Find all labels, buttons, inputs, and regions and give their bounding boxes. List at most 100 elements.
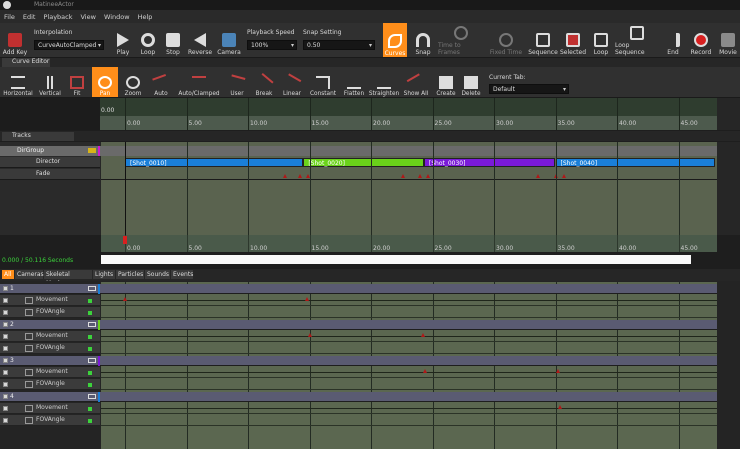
fade-keyframe[interactable] xyxy=(282,174,287,178)
pan-button[interactable]: Pan xyxy=(92,67,118,97)
playhead-marker[interactable] xyxy=(123,236,127,244)
track-enabled-indicator[interactable] xyxy=(88,299,92,303)
fade-track-row[interactable]: Fade xyxy=(0,169,100,180)
group-header[interactable] xyxy=(0,320,717,330)
playback-speed-dropdown[interactable]: 100% xyxy=(247,40,297,50)
straighten-button[interactable]: Straighten xyxy=(369,68,399,97)
fit-button[interactable]: Fit xyxy=(66,68,88,97)
horizontal-button[interactable]: Horizontal xyxy=(2,68,34,97)
camera-button[interactable]: Camera xyxy=(216,24,242,56)
movement-keyframe[interactable] xyxy=(307,333,312,337)
time-to-frames-button[interactable]: Time to Frames xyxy=(438,24,484,56)
track-enabled-indicator[interactable] xyxy=(88,371,92,375)
break-tangent-button[interactable]: Break xyxy=(252,68,276,97)
dir-group-label[interactable]: DirGroup xyxy=(17,147,44,154)
create-button[interactable]: Create xyxy=(435,68,457,97)
director-track-row[interactable]: Director xyxy=(0,157,100,168)
folder-icon[interactable] xyxy=(88,286,96,291)
zoom-button[interactable]: Zoom xyxy=(120,68,146,97)
reverse-button[interactable]: Reverse xyxy=(186,24,214,56)
interpolation-dropdown[interactable]: CurveAutoClamped xyxy=(34,40,104,50)
constant-button[interactable]: Constant xyxy=(308,68,338,97)
shot-bar[interactable]: [Shot_0020] xyxy=(303,158,424,167)
menu-edit[interactable]: Edit xyxy=(23,13,36,21)
curve-editor-tab[interactable]: Curve Editor xyxy=(2,58,50,67)
menu-help[interactable]: Help xyxy=(138,13,153,21)
group-visibility-checkbox[interactable] xyxy=(3,286,8,291)
track-enabled-indicator[interactable] xyxy=(88,407,92,411)
shot-bar[interactable]: [Shot_0010] xyxy=(125,158,304,167)
delete-button[interactable]: Delete xyxy=(460,68,482,97)
record-button[interactable]: Record xyxy=(688,24,714,56)
folder-icon[interactable] xyxy=(88,358,96,363)
movie-button[interactable]: Movie xyxy=(716,24,740,56)
fade-keyframe[interactable] xyxy=(400,174,405,178)
folder-icon[interactable] xyxy=(88,322,96,327)
group-header[interactable] xyxy=(0,392,717,402)
track-enabled-indicator[interactable] xyxy=(88,311,92,315)
shot-bar[interactable]: [Shot_0030] xyxy=(423,158,556,167)
filter-tab[interactable]: Particles xyxy=(116,270,144,279)
track-checkbox[interactable] xyxy=(3,346,8,351)
flatten-button[interactable]: Flatten xyxy=(341,68,367,97)
add-key-button[interactable]: Add Key xyxy=(2,24,28,56)
movement-keyframe[interactable] xyxy=(123,297,127,301)
track-enabled-indicator[interactable] xyxy=(88,347,92,351)
timeline-scrollbar[interactable] xyxy=(101,255,691,264)
curves-button[interactable]: Curves xyxy=(383,23,407,57)
group-visibility-checkbox[interactable] xyxy=(3,394,8,399)
group-visibility-checkbox[interactable] xyxy=(3,322,8,327)
group-header[interactable] xyxy=(0,284,717,294)
current-tab-dropdown[interactable]: Default xyxy=(489,84,569,94)
filter-tab[interactable]: Lights xyxy=(93,270,115,279)
filter-tab[interactable]: Cameras xyxy=(15,270,44,279)
movement-keyframe[interactable] xyxy=(420,333,425,337)
folder-icon[interactable] xyxy=(88,394,96,399)
track-checkbox[interactable] xyxy=(3,418,8,423)
track-enabled-indicator[interactable] xyxy=(88,335,92,339)
menu-playback[interactable]: Playback xyxy=(43,13,72,21)
fade-keyframe[interactable] xyxy=(425,174,430,178)
movement-keyframe[interactable] xyxy=(423,369,428,373)
user-tangent-button[interactable]: User xyxy=(226,68,248,97)
track-checkbox[interactable] xyxy=(3,334,8,339)
tracks-tab[interactable]: Tracks xyxy=(2,132,74,141)
track-checkbox[interactable] xyxy=(3,310,8,315)
track-enabled-indicator[interactable] xyxy=(88,419,92,423)
movement-keyframe[interactable] xyxy=(555,369,560,373)
fade-keyframe[interactable] xyxy=(562,174,567,178)
fade-keyframe[interactable] xyxy=(536,174,541,178)
menu-view[interactable]: View xyxy=(81,13,96,21)
snap-button[interactable]: Snap xyxy=(411,24,435,56)
linear-button[interactable]: Linear xyxy=(280,68,304,97)
menu-window[interactable]: Window xyxy=(104,13,130,21)
movement-keyframe[interactable] xyxy=(305,297,310,301)
stop-button[interactable]: Stop xyxy=(162,24,184,56)
fade-keyframe[interactable] xyxy=(418,174,423,178)
loop-range-button[interactable]: Loop xyxy=(589,24,613,56)
track-checkbox[interactable] xyxy=(3,406,8,411)
filter-tab[interactable]: Skeletal Meshes xyxy=(44,270,92,287)
filter-tab[interactable]: All xyxy=(2,270,14,279)
end-button[interactable]: End xyxy=(662,24,684,56)
snap-setting-dropdown[interactable]: 0.50 xyxy=(303,40,375,50)
fixed-time-button[interactable]: Fixed Time xyxy=(488,24,524,56)
folder-icon[interactable] xyxy=(88,148,96,153)
sequence-button[interactable]: Sequence xyxy=(528,24,558,56)
loop-sequence-button[interactable]: Loop Sequence xyxy=(615,24,659,56)
filter-tab[interactable]: Events xyxy=(171,270,193,279)
track-enabled-indicator[interactable] xyxy=(88,383,92,387)
selected-button[interactable]: Selected xyxy=(560,24,586,56)
filter-tab[interactable]: Sounds xyxy=(145,270,170,279)
shot-bar[interactable]: [Shot_0040] xyxy=(555,158,716,167)
track-checkbox[interactable] xyxy=(3,298,8,303)
movement-keyframe[interactable] xyxy=(558,405,563,409)
menu-file[interactable]: File xyxy=(4,13,15,21)
play-button[interactable]: Play xyxy=(112,24,134,56)
auto-tangent-button[interactable]: Auto xyxy=(150,68,172,97)
loop-button[interactable]: Loop xyxy=(136,24,160,56)
show-all-button[interactable]: Show All xyxy=(403,68,429,97)
group-visibility-checkbox[interactable] xyxy=(3,358,8,363)
track-checkbox[interactable] xyxy=(3,370,8,375)
auto-clamped-button[interactable]: Auto/Clamped xyxy=(178,68,220,97)
